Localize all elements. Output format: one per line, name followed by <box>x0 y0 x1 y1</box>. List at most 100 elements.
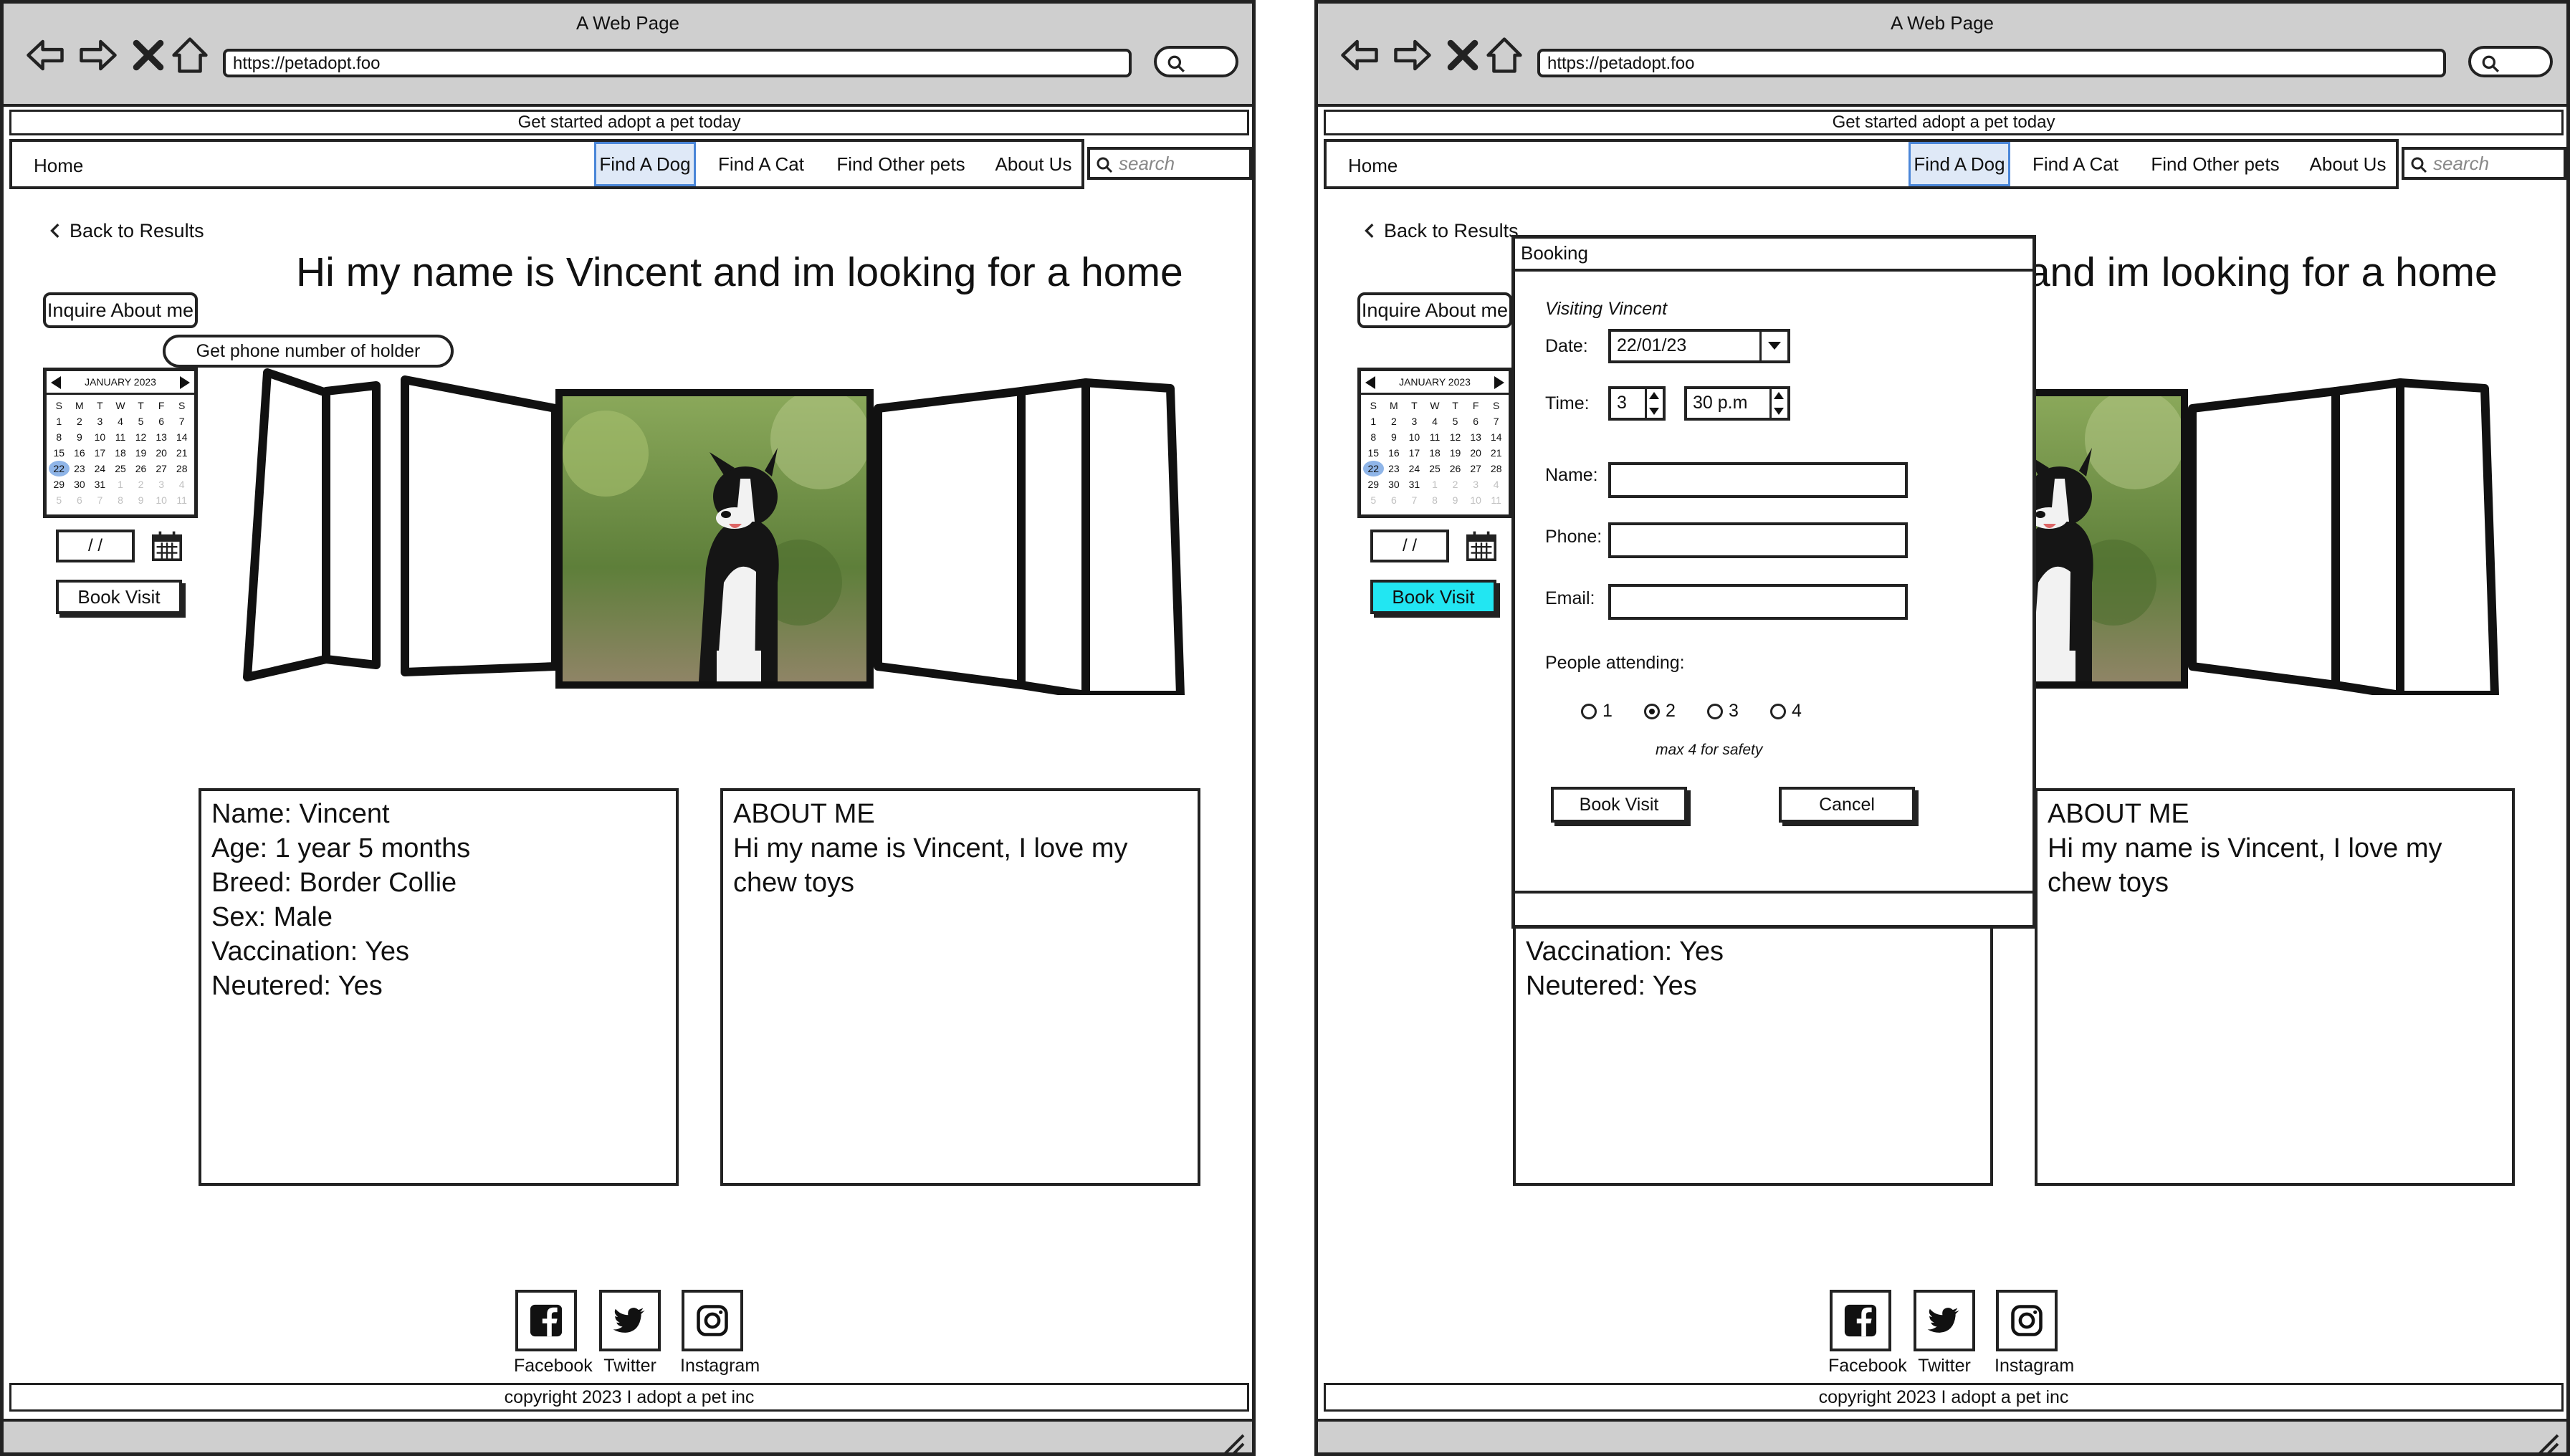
nav-find-other-pets[interactable]: Find Other pets <box>822 142 980 186</box>
inquire-button[interactable]: Inquire About me <box>1357 292 1512 328</box>
calendar-day[interactable]: 24 <box>1404 461 1425 476</box>
calendar-day[interactable]: 30 <box>1384 476 1405 492</box>
twitter-link[interactable]: Twitter <box>598 1290 662 1376</box>
back-to-results-link[interactable]: Back to Results <box>1362 220 1519 242</box>
calendar-grid[interactable]: S M T W T F S 1 2 3 4 5 6 7 8 9 10 11 12 13 14 15 16 17 18 19 20 21… <box>1361 395 1509 508</box>
calendar-day[interactable]: 5 <box>49 492 70 508</box>
calendar-day[interactable]: 26 <box>1445 461 1466 476</box>
calendar-day[interactable]: 31 <box>90 476 110 492</box>
back-to-results-link[interactable]: Back to Results <box>48 220 204 242</box>
calendar-day[interactable]: 5 <box>130 413 151 429</box>
nav-about-us[interactable]: About Us <box>987 142 1080 186</box>
name-field[interactable] <box>1608 462 1908 498</box>
nav-find-a-dog[interactable]: Find A Dog <box>594 142 696 186</box>
calendar-day[interactable]: 10 <box>90 429 110 445</box>
calendar-day[interactable]: 8 <box>110 492 131 508</box>
calendar-day[interactable]: 11 <box>171 492 192 508</box>
stepper-arrows-icon[interactable] <box>1645 389 1663 418</box>
calendar-day[interactable]: 12 <box>130 429 151 445</box>
calendar-day[interactable]: 5 <box>1363 492 1384 508</box>
date-field[interactable]: / / <box>56 530 135 562</box>
phone-field[interactable] <box>1608 522 1908 558</box>
nav-home[interactable]: Home <box>34 155 83 177</box>
stop-icon[interactable] <box>127 34 170 77</box>
calendar-day[interactable]: 11 <box>110 429 131 445</box>
calendar-day[interactable]: 5 <box>1445 413 1466 429</box>
calendar-day[interactable]: 9 <box>1445 492 1466 508</box>
calendar-day[interactable]: 4 <box>1425 413 1446 429</box>
calendar-day[interactable]: 7 <box>171 413 192 429</box>
prev-month-icon[interactable] <box>1365 376 1375 389</box>
calendar-day[interactable]: 1 <box>49 413 70 429</box>
calendar-day[interactable]: 16 <box>1384 445 1405 461</box>
date-field[interactable]: / / <box>1370 530 1449 562</box>
calendar-day[interactable]: 25 <box>110 461 131 476</box>
calendar-day[interactable]: 11 <box>1486 492 1506 508</box>
twitter-link[interactable]: Twitter <box>1912 1290 1977 1376</box>
calendar-day[interactable]: 28 <box>1486 461 1506 476</box>
date-select[interactable]: 22/01/23 <box>1608 329 1790 363</box>
calendar-day[interactable]: 29 <box>49 476 70 492</box>
calendar-day[interactable]: 24 <box>90 461 110 476</box>
calendar-day[interactable]: 3 <box>90 413 110 429</box>
calendar-grid[interactable]: S M T W T F S 1 2 3 4 5 6 7 8 9 10 11 12 13 14 15 16 17 18 19 20 21… <box>47 395 194 508</box>
calendar-day[interactable]: 1 <box>1363 413 1384 429</box>
stop-icon[interactable] <box>1441 34 1484 77</box>
calendar-day[interactable]: 19 <box>1445 445 1466 461</box>
calendar-day[interactable]: 21 <box>171 445 192 461</box>
minute-stepper[interactable]: 30 p.m <box>1684 386 1790 421</box>
back-arrow-icon[interactable] <box>24 34 67 77</box>
calendar-day[interactable]: 4 <box>1486 476 1506 492</box>
calendar-day[interactable]: 13 <box>1466 429 1486 445</box>
calendar-day[interactable]: 9 <box>130 492 151 508</box>
calendar-day[interactable]: 1 <box>1425 476 1446 492</box>
browser-search[interactable] <box>2468 46 2553 77</box>
calendar-day[interactable]: 16 <box>70 445 90 461</box>
calendar-day[interactable]: 7 <box>90 492 110 508</box>
next-month-icon[interactable] <box>1494 376 1504 389</box>
calendar[interactable]: JANUARY 2023 S M T W T F S 1 2 3 4 5 6 7 8 9 10 11 12 13 14 1… <box>1357 368 1512 518</box>
calendar-day[interactable]: 19 <box>130 445 151 461</box>
calendar-day[interactable]: 8 <box>49 429 70 445</box>
calendar-day[interactable]: 2 <box>1384 413 1405 429</box>
facebook-link[interactable]: Facebook <box>514 1290 593 1376</box>
calendar-day[interactable]: 6 <box>1384 492 1405 508</box>
email-field[interactable] <box>1608 584 1908 620</box>
calendar-day[interactable]: 14 <box>171 429 192 445</box>
calendar-day[interactable]: 10 <box>151 492 172 508</box>
instagram-link[interactable]: Instagram <box>1995 1290 2074 1376</box>
next-month-icon[interactable] <box>180 376 190 389</box>
hour-stepper[interactable]: 3 <box>1608 386 1666 421</box>
calendar-day[interactable]: 2 <box>70 413 90 429</box>
calendar-day[interactable]: 3 <box>1404 413 1425 429</box>
people-option-2[interactable]: 2 <box>1644 701 1676 722</box>
calendar-day[interactable]: 22 <box>1363 461 1384 476</box>
calendar-day[interactable]: 1 <box>110 476 131 492</box>
calendar-icon[interactable] <box>150 529 184 563</box>
instagram-link[interactable]: Instagram <box>680 1290 760 1376</box>
calendar-day[interactable]: 17 <box>90 445 110 461</box>
browser-search[interactable] <box>1154 46 1238 77</box>
facebook-link[interactable]: Facebook <box>1828 1290 1907 1376</box>
calendar-day[interactable]: 3 <box>151 476 172 492</box>
forward-arrow-icon[interactable] <box>77 34 120 77</box>
nav-about-us[interactable]: About Us <box>2301 142 2394 186</box>
calendar-day[interactable]: 8 <box>1425 492 1446 508</box>
calendar-day[interactable]: 25 <box>1425 461 1446 476</box>
calendar-day[interactable]: 8 <box>1363 429 1384 445</box>
calendar-day[interactable]: 22 <box>49 461 70 476</box>
nav-find-a-cat[interactable]: Find A Cat <box>707 142 815 186</box>
calendar-day[interactable]: 18 <box>110 445 131 461</box>
url-bar[interactable]: https://petadopt.foo <box>1537 49 2446 77</box>
calendar-day[interactable]: 27 <box>151 461 172 476</box>
calendar-day[interactable]: 27 <box>1466 461 1486 476</box>
people-option-1[interactable]: 1 <box>1581 701 1613 722</box>
calendar-day[interactable]: 20 <box>151 445 172 461</box>
calendar-icon[interactable] <box>1464 529 1499 563</box>
nav-find-a-cat[interactable]: Find A Cat <box>2022 142 2129 186</box>
people-option-4[interactable]: 4 <box>1770 701 1802 722</box>
calendar-day[interactable]: 28 <box>171 461 192 476</box>
search-input[interactable]: search <box>1087 147 1252 180</box>
calendar-day[interactable]: 23 <box>1384 461 1405 476</box>
inquire-button[interactable]: Inquire About me <box>43 292 198 328</box>
